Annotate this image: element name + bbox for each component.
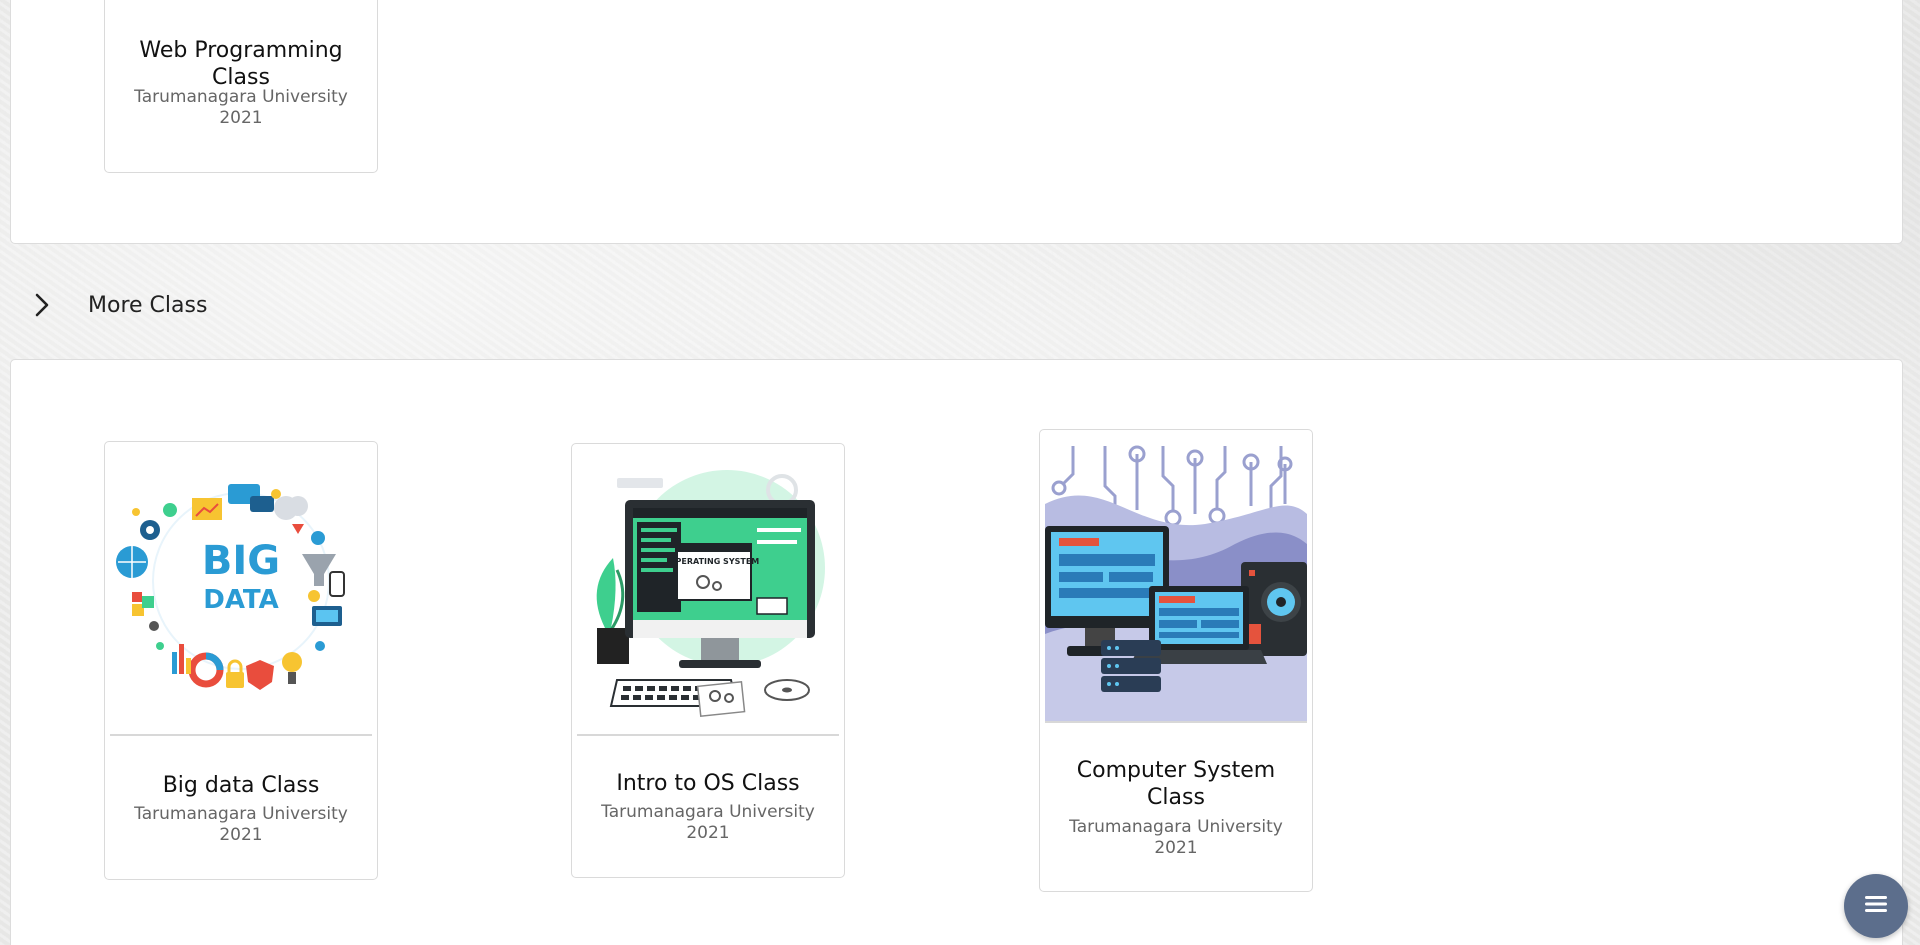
class-card-computer-system[interactable]: Computer System Class Tarumanagara Unive…: [1039, 429, 1313, 892]
os-image-text: OPERATING SYSTEM: [669, 557, 760, 566]
class-card-title: Intro to OS Class: [616, 771, 800, 796]
class-card-institution: Tarumanagara University: [601, 802, 815, 822]
class-card-institution: Tarumanagara University: [134, 804, 348, 824]
class-card-big-data[interactable]: BIG DATA Big data Class Tarumanagara Uni…: [104, 441, 378, 880]
class-card-subtitle: Tarumanagara University 2021: [115, 804, 367, 846]
class-card-year: 2021: [1154, 838, 1198, 858]
class-card-web-programming[interactable]: Web Programming Class Tarumanagara Unive…: [104, 0, 378, 173]
class-card-title: Web Programming Class: [139, 38, 343, 90]
class-card-image: [1045, 434, 1307, 723]
class-card-subtitle: Tarumanagara University 2021: [582, 802, 834, 844]
class-card-subtitle: Tarumanagara University 2021: [1050, 817, 1302, 859]
class-card-image: OPERATING SYSTEM: [577, 448, 839, 736]
operating-system-illustration: OPERATING SYSTEM: [577, 448, 839, 734]
class-card-year: 2021: [219, 108, 263, 128]
class-card-subtitle: Tarumanagara University 2021: [115, 87, 367, 129]
chevron-right-icon: [28, 291, 56, 319]
menu-icon: [1864, 894, 1888, 918]
class-card-year: 2021: [686, 823, 730, 843]
computer-system-illustration: [1045, 434, 1307, 721]
class-card-image: BIG DATA: [110, 446, 372, 736]
big-data-illustration: BIG DATA: [110, 446, 372, 734]
big-data-image-text-1: BIG: [202, 538, 280, 584]
big-data-image-text-2: DATA: [203, 585, 279, 615]
more-class-toggle[interactable]: More Class: [28, 282, 207, 328]
class-card-institution: Tarumanagara University: [1069, 817, 1283, 837]
class-card-intro-to-os[interactable]: OPERATING SYSTEM Intro to OS Class Tarum…: [571, 443, 845, 878]
class-card-institution: Tarumanagara University: [134, 87, 348, 107]
class-card-year: 2021: [219, 825, 263, 845]
class-card-title: Computer System Class: [1076, 758, 1276, 810]
class-card-title: Big data Class: [162, 773, 320, 798]
section-title: More Class: [88, 292, 208, 318]
floating-menu-button[interactable]: [1844, 874, 1908, 938]
